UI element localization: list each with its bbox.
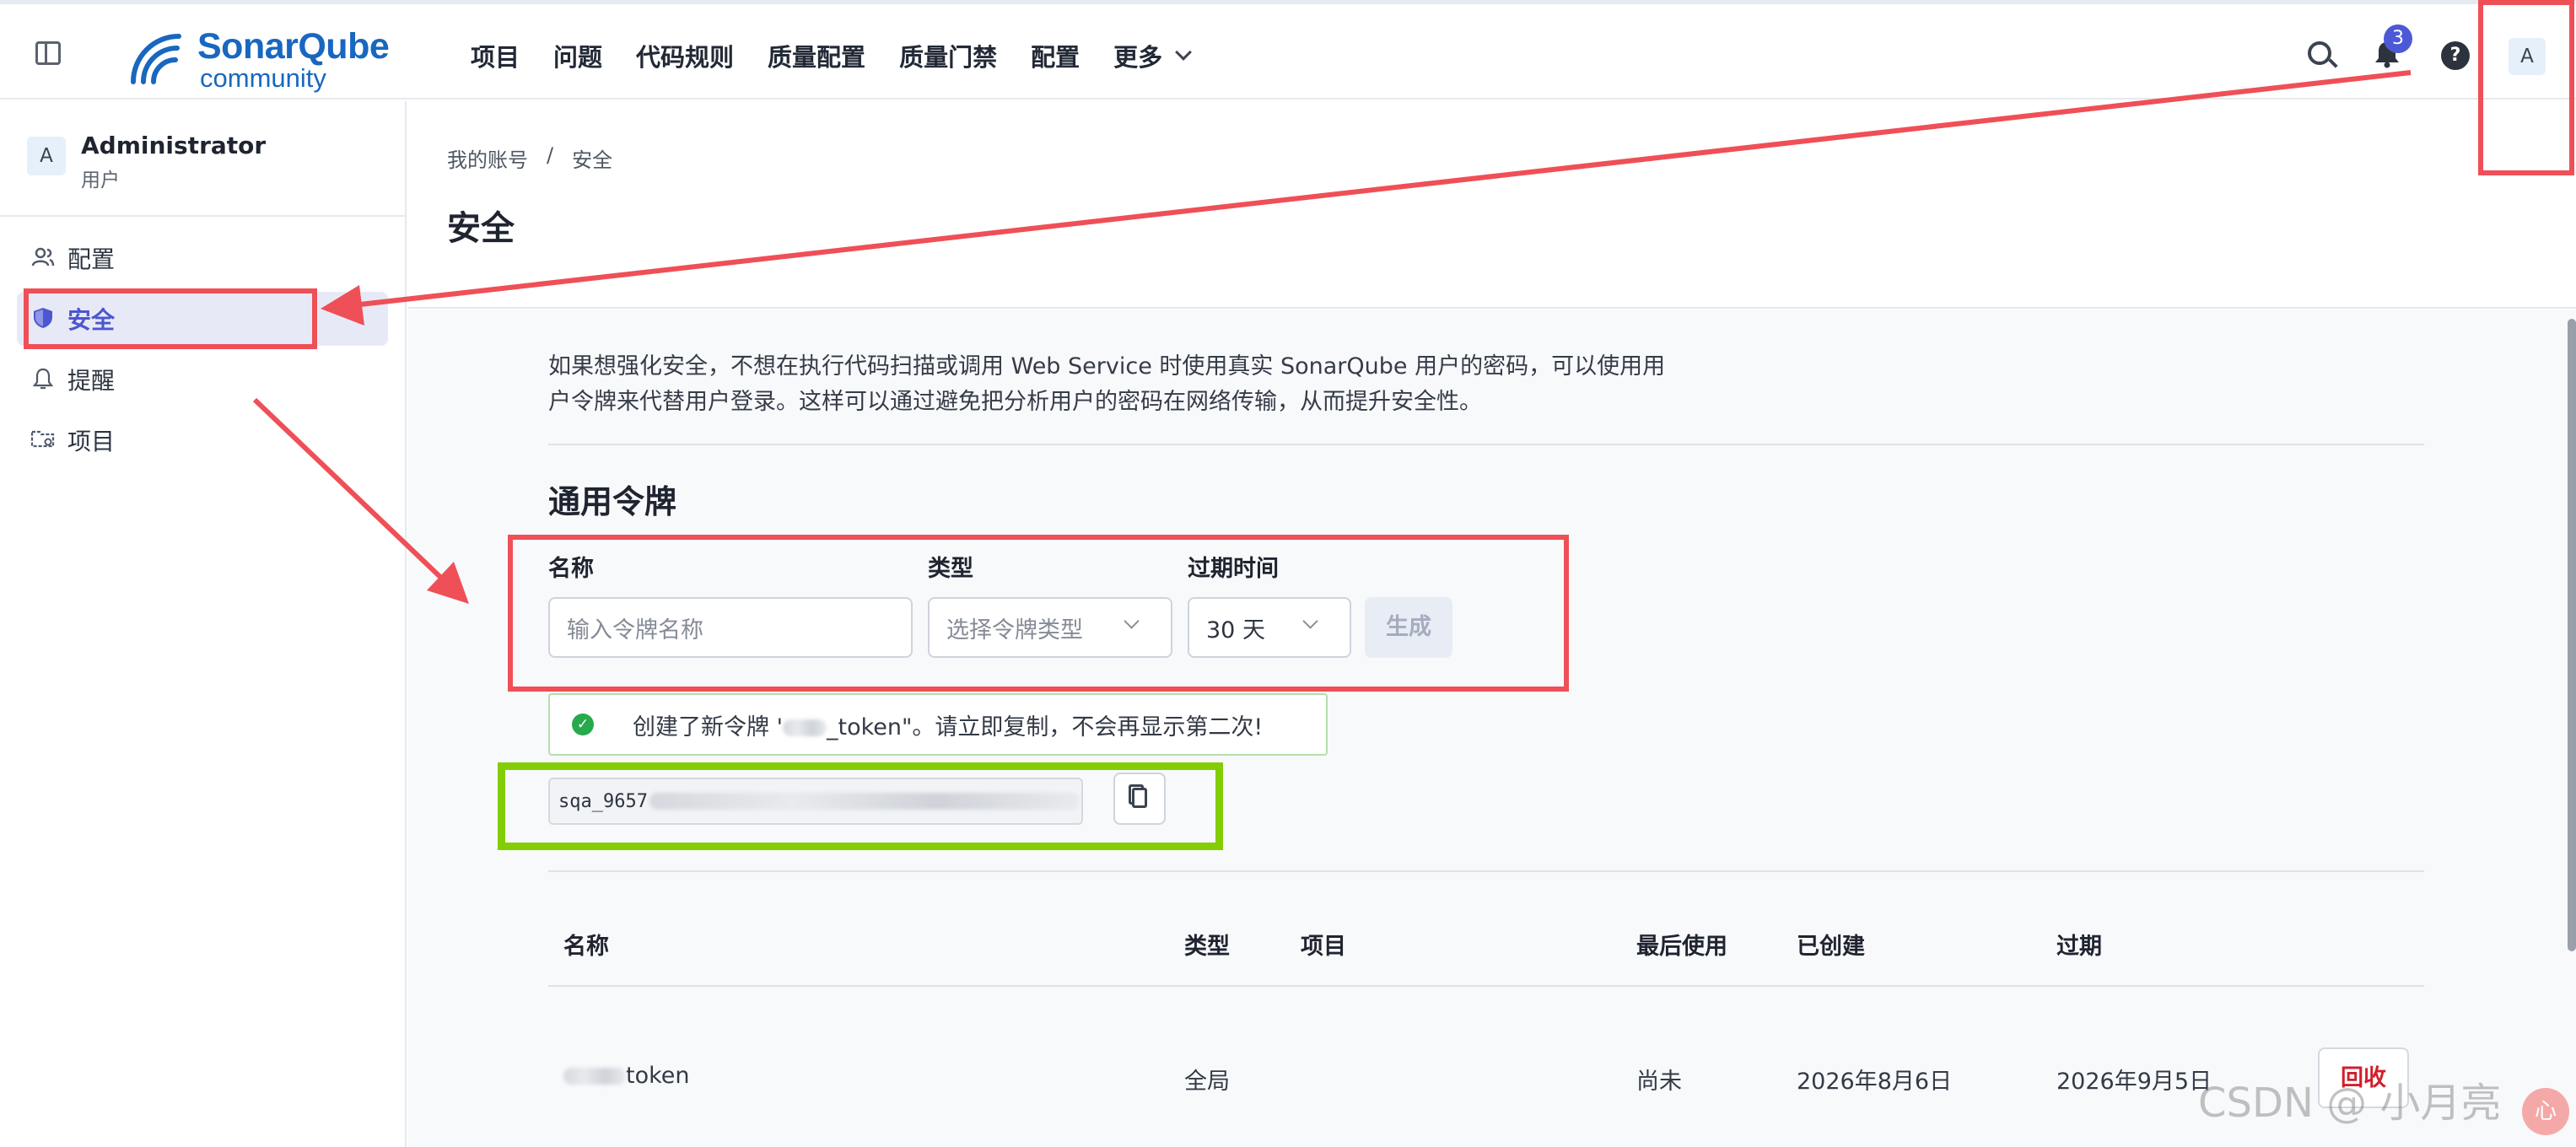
annotation-arrow-line (252, 397, 445, 581)
watermark-logo-icon: 心 (2522, 1088, 2569, 1135)
annotation-arrows (252, 70, 2412, 604)
annotation-arrow-head (321, 285, 364, 326)
annotation-arrow-line (352, 70, 2412, 308)
watermark: CSDN @ 小月亮 (2198, 1080, 2502, 1127)
